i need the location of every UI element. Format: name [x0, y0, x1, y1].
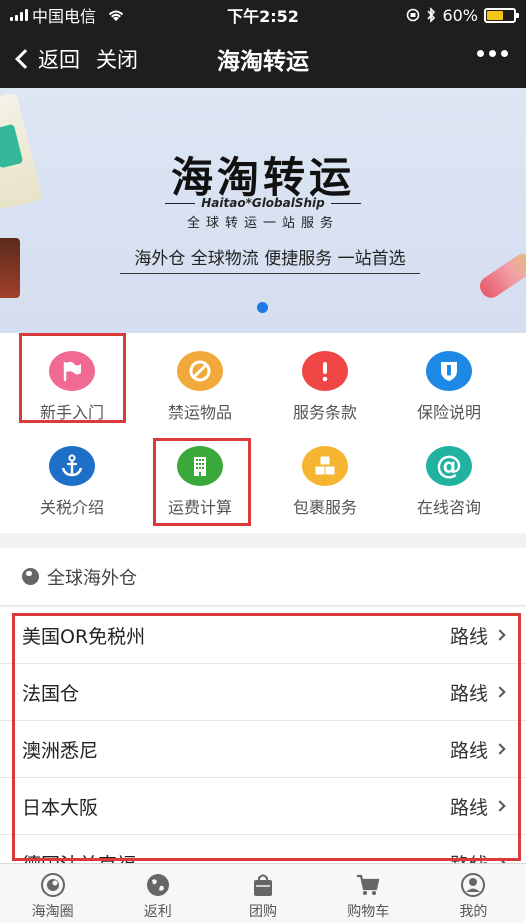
bluetooth-icon [427, 7, 436, 23]
tab-mine[interactable]: 我的 [421, 864, 526, 923]
signal-icon [10, 9, 28, 21]
battery-icon [484, 7, 519, 23]
exclamation-icon [302, 351, 348, 391]
highlight-box-newbie [19, 333, 126, 423]
wifi-icon [108, 10, 124, 21]
cart-icon [355, 872, 381, 898]
lipstick-image [476, 249, 526, 302]
grid-label: 关税介绍 [39, 498, 104, 517]
tab-label: 海淘圈 [31, 904, 74, 920]
chevron-left-icon [15, 49, 35, 69]
status-left: 中国电信 [10, 3, 210, 27]
battery-percent: 60% [442, 5, 478, 25]
grid-label: 包裹服务 [292, 498, 357, 517]
globe-icon [22, 568, 39, 585]
grid-item-insurance[interactable]: 保险说明 [387, 333, 511, 423]
banner-slogan: 海外仓 全球物流 便捷服务 一站首选 [120, 244, 420, 274]
highlight-box-shipping-fee [153, 438, 251, 526]
nav-bar: 返回 关闭 海淘转运 [0, 30, 526, 88]
grid-label: 禁运物品 [167, 403, 232, 422]
more-icon[interactable] [477, 50, 508, 57]
tab-label: 团购 [249, 904, 277, 920]
grid-item-consult[interactable]: @ 在线咨询 [387, 428, 511, 518]
tab-haitao-circle[interactable]: 海淘圈 [0, 864, 105, 923]
highlight-box-warehouse-list [12, 613, 521, 861]
tab-bar: 海淘圈 返利 团购 购物车 我的 [0, 863, 526, 923]
grid-item-tariff[interactable]: 关税介绍 [10, 428, 134, 518]
section-header: 全球海外仓 [0, 548, 526, 606]
shield-icon [426, 351, 472, 391]
status-time: 下午2:52 [227, 7, 299, 26]
carrier-name: 中国电信 [32, 7, 97, 26]
tab-label: 我的 [459, 904, 488, 920]
grid-label: 服务条款 [292, 403, 357, 422]
grid-item-terms[interactable]: 服务条款 [263, 333, 387, 423]
grid-item-prohibited[interactable]: 禁运物品 [138, 333, 262, 423]
tab-cart[interactable]: 购物车 [316, 864, 421, 923]
status-bar: 中国电信 下午2:52 60% [0, 0, 526, 30]
grid-label: 保险说明 [416, 403, 481, 422]
tab-rebate[interactable]: 返利 [105, 864, 210, 923]
anchor-icon [49, 446, 95, 486]
back-button[interactable]: 返回 [0, 44, 80, 74]
shopping-bag-icon [250, 872, 276, 898]
carousel-indicator[interactable] [257, 302, 268, 313]
product-box-image [0, 238, 20, 298]
circle-target-icon [40, 872, 66, 898]
close-button[interactable]: 关闭 [96, 44, 138, 74]
grid-item-parcel[interactable]: 包裹服务 [263, 428, 387, 518]
grid-label: 在线咨询 [416, 498, 481, 517]
tab-label: 购物车 [347, 904, 390, 920]
back-label: 返回 [38, 48, 80, 72]
globe-icon [145, 872, 171, 898]
at-icon: @ [426, 446, 472, 486]
battery-level [487, 10, 503, 20]
banner-subtitle-cn: 全球转运一站服务 [186, 216, 339, 231]
tab-label: 返利 [143, 904, 172, 920]
boxes-icon [302, 446, 348, 486]
tab-group-buy[interactable]: 团购 [210, 864, 315, 923]
section-title: 全球海外仓 [47, 567, 137, 589]
rotation-lock-icon [407, 8, 420, 22]
banner-subtitle-en: Haitao*GlobalShip [0, 196, 526, 210]
banner-carousel[interactable]: 海淘转运 Haitao*GlobalShip 全球转运一站服务 海外仓 全球物流… [0, 88, 526, 333]
user-icon [460, 872, 486, 898]
prohibited-icon [177, 351, 223, 391]
status-right: 60% [316, 5, 519, 25]
